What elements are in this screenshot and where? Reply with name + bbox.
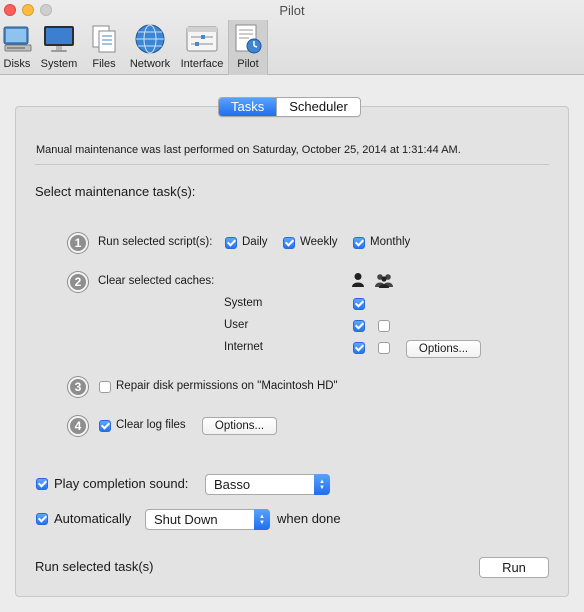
run-scripts-label: Run selected script(s):: [98, 236, 213, 248]
title-bar: Pilot Disks System Files Network Interfa…: [0, 0, 584, 75]
toolbar-item-pilot[interactable]: Pilot: [228, 20, 268, 75]
toolbar-label: Interface: [180, 58, 224, 70]
step-number-4: 4: [68, 416, 88, 436]
toolbar-item-files[interactable]: Files: [84, 20, 124, 75]
run-button[interactable]: Run: [479, 557, 549, 578]
log-options-button[interactable]: Options...: [202, 417, 277, 435]
cache-system-label: System: [224, 297, 263, 309]
weekly-label: Weekly: [300, 236, 338, 248]
cache-user-all-users-checkbox[interactable]: [378, 320, 390, 332]
tab-bar: Tasks Scheduler: [218, 97, 361, 117]
auto-action-label: Automatically: [54, 511, 132, 526]
when-done-label: when done: [277, 511, 341, 526]
daily-label: Daily: [242, 236, 268, 248]
toolbar-label: System: [40, 58, 78, 70]
files-icon: [87, 22, 121, 56]
monthly-label: Monthly: [370, 236, 411, 248]
daily-checkbox[interactable]: [225, 237, 237, 249]
cache-options-button[interactable]: Options...: [406, 340, 481, 358]
tab-scheduler[interactable]: Scheduler: [276, 98, 360, 116]
toolbar-label: Files: [92, 58, 116, 70]
auto-action-select[interactable]: Shut Down ▲ ▼: [145, 509, 270, 530]
weekly-checkbox[interactable]: [283, 237, 295, 249]
run-tasks-label: Run selected task(s): [35, 559, 154, 574]
cache-internet-all-users-checkbox[interactable]: [378, 342, 390, 354]
step-number-2: 2: [68, 272, 88, 292]
clear-logs-label: Clear log files: [116, 419, 186, 431]
toolbar-item-network[interactable]: Network: [124, 20, 176, 75]
section-title: Select maintenance task(s):: [35, 184, 196, 199]
network-icon: [133, 22, 167, 56]
last-performed-text: Manual maintenance was last performed on…: [36, 144, 461, 156]
popup-arrows-icon: ▲ ▼: [254, 509, 270, 530]
auto-action-select-value: Shut Down: [154, 512, 218, 527]
pilot-icon: [231, 22, 265, 56]
all-users-icon: [375, 273, 393, 291]
sound-select-value: Basso: [214, 477, 251, 492]
repair-permissions-checkbox[interactable]: [99, 381, 111, 393]
cache-user-user-checkbox[interactable]: [353, 320, 365, 332]
play-sound-label: Play completion sound:: [54, 476, 189, 491]
toolbar: Disks System Files Network Interface Pil…: [0, 20, 268, 75]
cache-user-label: User: [224, 319, 249, 331]
single-user-icon: [351, 272, 365, 291]
toolbar-item-disks[interactable]: Disks: [0, 20, 34, 75]
toolbar-label: Disks: [3, 58, 31, 70]
play-sound-checkbox[interactable]: [36, 478, 48, 490]
auto-action-checkbox[interactable]: [36, 513, 48, 525]
cache-system-user-checkbox[interactable]: [353, 298, 365, 310]
disks-icon: [0, 22, 34, 56]
clear-caches-label: Clear selected caches:: [98, 275, 215, 287]
toolbar-item-system[interactable]: System: [34, 20, 84, 75]
separator: [35, 164, 549, 165]
system-icon: [42, 22, 76, 56]
step-number-3: 3: [68, 377, 88, 397]
tab-tasks[interactable]: Tasks: [219, 98, 277, 116]
toolbar-label: Pilot: [237, 58, 259, 70]
cache-internet-label: Internet: [224, 341, 263, 353]
repair-permissions-label: Repair disk permissions on "Macintosh HD…: [116, 380, 338, 392]
toolbar-item-interface[interactable]: Interface: [176, 20, 228, 75]
toolbar-label: Network: [129, 58, 171, 70]
step-number-1: 1: [68, 233, 88, 253]
interface-icon: [185, 22, 219, 56]
monthly-checkbox[interactable]: [353, 237, 365, 249]
sound-select[interactable]: Basso ▲ ▼: [205, 474, 330, 495]
popup-arrows-icon: ▲ ▼: [314, 474, 330, 495]
clear-logs-checkbox[interactable]: [99, 420, 111, 432]
cache-internet-user-checkbox[interactable]: [353, 342, 365, 354]
window-title: Pilot: [279, 3, 305, 18]
